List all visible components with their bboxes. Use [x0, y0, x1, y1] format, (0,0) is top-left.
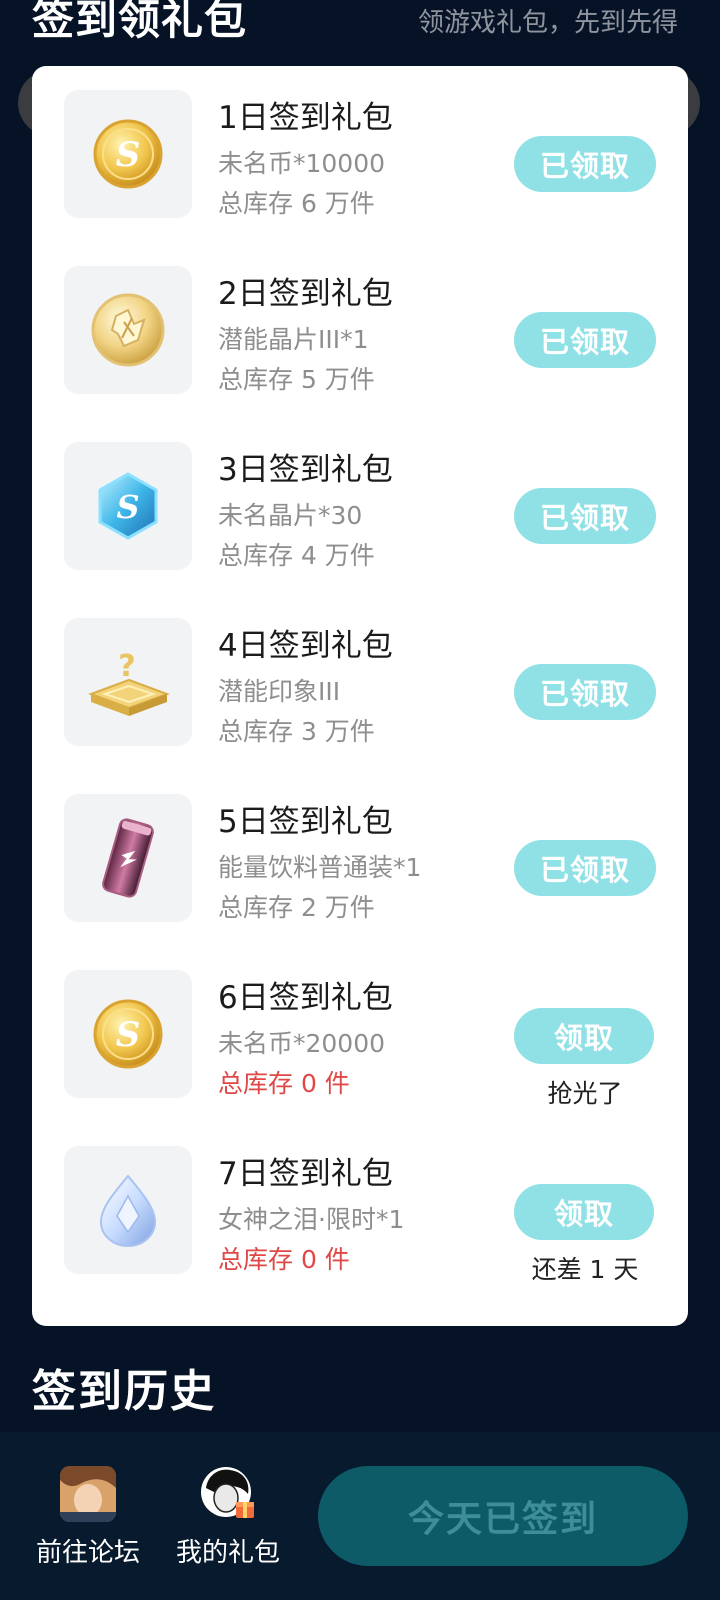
forum-label: 前往论坛	[35, 1538, 140, 1568]
gift-thumbnail	[64, 266, 192, 394]
gift-title: 6日签到礼包	[218, 980, 393, 1016]
gift-item: 潜能晶片III*1	[218, 325, 369, 354]
svg-text:S: S	[116, 488, 139, 526]
gift-row: 5日签到礼包 能量饮料普通装*1 总库存 2 万件 已领取	[32, 770, 688, 922]
gift-item: 未名晶片*30	[218, 501, 363, 530]
gift-thumbnail: S	[64, 970, 192, 1098]
gold-coin-icon: S	[93, 999, 163, 1069]
gift-row: 7日签到礼包 女神之泪·限时*1 总库存 0 件 领取 还差 1 天	[32, 1122, 688, 1284]
gift-item: 潜能印象III	[218, 677, 341, 706]
top-bar: 签到领礼包 领游戏礼包，先到先得	[0, 0, 720, 60]
gift-title: 4日签到礼包	[218, 628, 393, 664]
gold-medal-icon	[91, 293, 165, 367]
my-gifts-button[interactable]: 我的礼包	[168, 1466, 288, 1569]
mystery-platform-icon: ?	[88, 649, 170, 716]
claimed-button[interactable]: 已领取	[514, 312, 656, 368]
gift-title: 5日签到礼包	[218, 804, 393, 840]
forum-avatar-icon	[60, 1466, 116, 1522]
gift-thumbnail: ?	[64, 618, 192, 746]
history-section-title: 签到历史	[32, 1366, 216, 1417]
claim-button[interactable]: 领取	[514, 1184, 654, 1240]
page-title: 签到领礼包	[32, 0, 248, 44]
gift-item: 女神之泪·限时*1	[218, 1205, 405, 1234]
my-gifts-label: 我的礼包	[175, 1538, 280, 1568]
gift-stock: 总库存 0 件	[218, 1245, 350, 1274]
claimed-button[interactable]: 已领取	[514, 488, 656, 544]
gift-title: 7日签到礼包	[218, 1156, 393, 1192]
gold-coin-icon: S	[93, 119, 163, 189]
gift-row: 2日签到礼包 潜能晶片III*1 总库存 5 万件 已领取	[32, 242, 688, 394]
days-remaining-note: 还差 1 天	[531, 1255, 639, 1284]
bottom-bar: 前往论坛 我的礼包 今天已签到	[0, 1432, 720, 1600]
gift-item: 能量饮料普通装*1	[218, 853, 422, 882]
sold-out-note: 抢光了	[547, 1079, 623, 1108]
gift-row: S 1日签到礼包 未名币*10000 总库存 6 万件 已领取	[32, 66, 688, 218]
gift-title: 1日签到礼包	[218, 100, 393, 136]
gift-thumbnail	[64, 1146, 192, 1274]
svg-text:?: ?	[118, 649, 135, 684]
claimed-button[interactable]: 已领取	[514, 840, 656, 896]
gift-title: 3日签到礼包	[218, 452, 393, 488]
gift-stock: 总库存 0 件	[218, 1069, 350, 1098]
gift-avatar-icon	[200, 1466, 256, 1522]
gift-item: 未名币*10000	[218, 149, 386, 178]
gift-row: ? 4日签到礼包 潜能印象III 总库存 3 万件 已领取	[32, 594, 688, 746]
gift-thumbnail: S	[64, 442, 192, 570]
gift-stock: 总库存 5 万件	[218, 365, 375, 394]
gift-stock: 总库存 2 万件	[218, 893, 375, 922]
page-subtitle: 领游戏礼包，先到先得	[417, 8, 678, 38]
gift-item: 未名币*20000	[218, 1029, 386, 1058]
forum-button[interactable]: 前往论坛	[28, 1466, 148, 1569]
gift-row: S 3日签到礼包 未名晶片*30 总库存 4 万件 已领取	[32, 418, 688, 570]
checked-in-button[interactable]: 今天已签到	[318, 1466, 688, 1566]
energy-can-icon	[102, 818, 154, 898]
gift-list-card: S 1日签到礼包 未名币*10000 总库存 6 万件 已领取 2日签到礼包 潜…	[32, 66, 688, 1326]
claimed-button[interactable]: 已领取	[514, 664, 656, 720]
svg-text:S: S	[116, 135, 141, 175]
gift-row: S 6日签到礼包 未名币*20000 总库存 0 件 领取 抢光了	[32, 946, 688, 1108]
gift-stock: 总库存 4 万件	[218, 541, 375, 570]
crystal-tear-icon	[99, 1174, 157, 1247]
gift-title: 2日签到礼包	[218, 276, 393, 312]
claim-button[interactable]: 领取	[514, 1008, 654, 1064]
claimed-button[interactable]: 已领取	[514, 136, 656, 192]
gift-stock: 总库存 3 万件	[218, 717, 375, 746]
gift-thumbnail: S	[64, 90, 192, 218]
gift-stock: 总库存 6 万件	[218, 189, 375, 218]
blue-hexagon-icon: S	[98, 472, 158, 540]
svg-text:S: S	[116, 1015, 141, 1055]
gift-thumbnail	[64, 794, 192, 922]
